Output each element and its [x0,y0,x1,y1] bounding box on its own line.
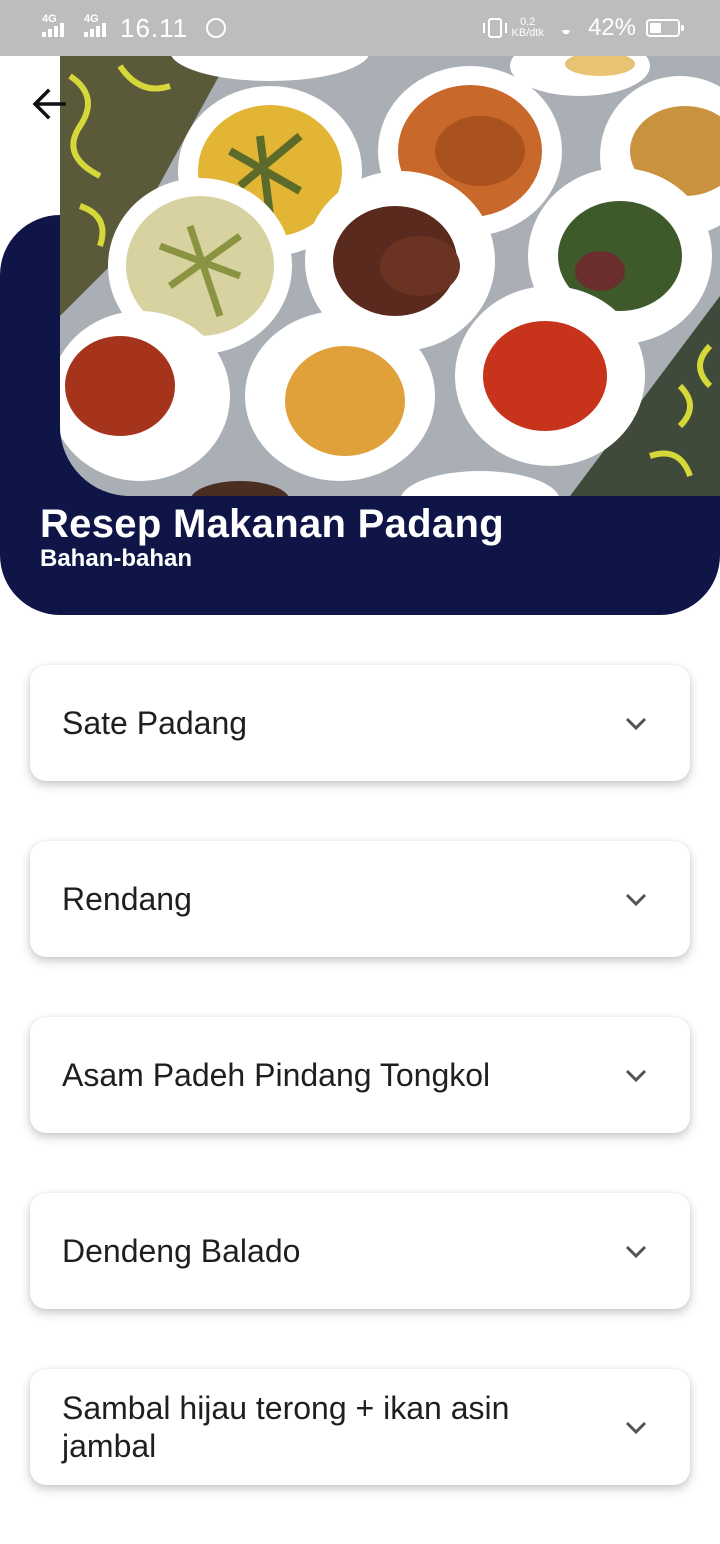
whatsapp-icon [206,18,227,38]
chevron-down-icon [625,893,647,907]
network-type-label: 4G [42,13,57,25]
recipe-item-asam-padeh[interactable]: Asam Padeh Pindang Tongkol [30,1017,690,1133]
network-speed-unit: KB/dtk [511,27,544,39]
wifi-icon [554,19,578,37]
recipe-item-sate-padang[interactable]: Sate Padang [30,665,690,781]
recipe-item-label: Sambal hijau terong + ikan asin jambal [62,1390,510,1464]
network-speed: 0,2 KB/dtk [512,17,544,39]
status-left: 4G 4G 16.11 [42,12,227,44]
recipe-item-rendang[interactable]: Rendang [30,841,690,957]
page-title: Resep Makanan Padang [40,502,504,546]
back-button[interactable] [30,84,70,124]
network-type-label-2: 4G [84,13,99,25]
arrow-left-icon [32,88,66,120]
signal-icon: 4G [42,13,64,37]
chevron-down-icon [625,717,647,731]
signal-icon-2: 4G [84,13,106,37]
recipe-item-label: Rendang [62,881,192,917]
page-subtitle: Bahan-bahan [40,545,193,572]
hero-food-image [60,56,720,496]
battery-percent: 42% [587,14,636,41]
status-right: 0,2 KB/dtk 42% [482,14,684,42]
chevron-down-icon [625,1421,647,1435]
status-bar: 4G 4G 16.11 0,2 KB/dtk 42% [0,0,720,56]
chevron-down-icon [625,1245,647,1259]
battery-icon [646,19,684,37]
recipe-item-label: Sate Padang [62,705,248,741]
recipe-item-label: Asam Padeh Pindang Tongkol [62,1057,491,1093]
recipe-item-sambal-hijau[interactable]: Sambal hijau terong + ikan asin jambal [30,1369,690,1485]
clock: 16.11 [120,12,189,43]
recipe-item-dendeng-balado[interactable]: Dendeng Balado [30,1193,690,1309]
recipe-item-label: Dendeng Balado [62,1233,301,1269]
vibrate-icon [482,18,507,38]
chevron-down-icon [625,1069,647,1083]
